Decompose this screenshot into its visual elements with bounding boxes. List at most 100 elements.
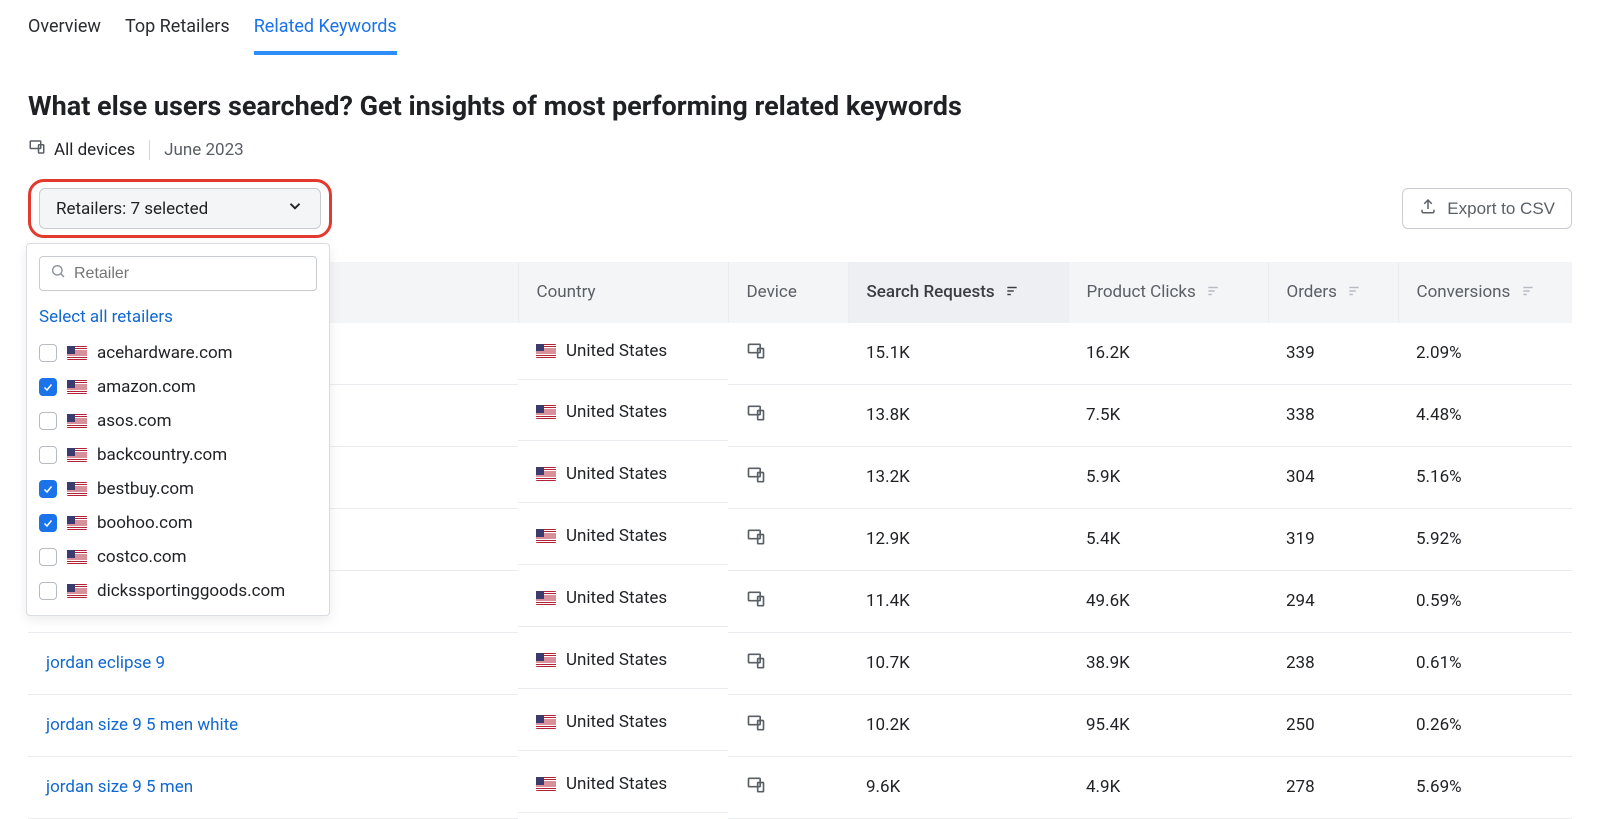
cell-orders: 319 xyxy=(1268,508,1398,570)
us-flag-icon xyxy=(536,653,556,667)
us-flag-icon xyxy=(67,380,87,394)
retailer-item[interactable]: asos.com xyxy=(37,405,315,437)
col-conversions[interactable]: Conversions xyxy=(1398,262,1572,323)
cell-product-clicks: 7.5K xyxy=(1068,384,1268,446)
devices-icon xyxy=(746,656,766,676)
checkbox[interactable] xyxy=(39,582,57,600)
checkbox[interactable] xyxy=(39,514,57,532)
retailer-item[interactable]: amazon.com xyxy=(37,371,315,403)
country-label: United States xyxy=(566,650,667,670)
cell-search-requests: 13.8K xyxy=(848,384,1068,446)
cell-product-clicks: 4.9K xyxy=(1068,756,1268,818)
cell-conversions: 0.61% xyxy=(1398,632,1572,694)
col-orders-label: Orders xyxy=(1287,282,1337,302)
tab-related-keywords[interactable]: Related Keywords xyxy=(254,10,397,55)
col-country[interactable]: Country xyxy=(518,262,728,323)
cell-product-clicks: 95.4K xyxy=(1068,694,1268,756)
devices-filter[interactable]: All devices xyxy=(28,138,135,161)
sort-desc-icon xyxy=(1005,283,1019,303)
us-flag-icon xyxy=(67,550,87,564)
us-flag-icon xyxy=(67,448,87,462)
country-label: United States xyxy=(566,774,667,794)
checkbox[interactable] xyxy=(39,344,57,362)
cell-product-clicks: 16.2K xyxy=(1068,323,1268,385)
checkbox[interactable] xyxy=(39,378,57,396)
retailer-list: acehardware.comamazon.com asos.com backcou… xyxy=(37,337,321,607)
us-flag-icon xyxy=(536,405,556,419)
retailer-item[interactable]: boohoo.com xyxy=(37,507,315,539)
cell-keyword: jordan size 9 5 men white xyxy=(28,694,518,756)
col-device[interactable]: Device xyxy=(728,262,848,323)
us-flag-icon xyxy=(536,529,556,543)
retailer-item-label: boohoo.com xyxy=(97,513,193,533)
col-product-clicks-label: Product Clicks xyxy=(1087,282,1196,302)
cell-country: United States xyxy=(518,508,728,565)
us-flag-icon xyxy=(536,777,556,791)
select-all-retailers[interactable]: Select all retailers xyxy=(37,303,321,337)
retailer-item-label: costco.com xyxy=(97,547,187,567)
col-orders[interactable]: Orders xyxy=(1268,262,1398,323)
cell-search-requests: 15.1K xyxy=(848,323,1068,385)
retailer-search-input[interactable] xyxy=(74,265,306,283)
keyword-link[interactable]: jordan size 9 5 men white xyxy=(46,715,238,735)
cell-keyword: jordan size 9 5 men xyxy=(28,756,518,818)
us-flag-icon xyxy=(67,346,87,360)
cell-orders: 304 xyxy=(1268,446,1398,508)
checkbox[interactable] xyxy=(39,480,57,498)
table-row: jordan size 9 5 men whiteUnited States10… xyxy=(28,694,1572,756)
retailers-dropdown: Select all retailers acehardware.comamaz… xyxy=(26,243,330,616)
retailers-select-label: Retailers: 7 selected xyxy=(56,199,208,219)
tab-top-retailers[interactable]: Top Retailers xyxy=(125,10,230,55)
us-flag-icon xyxy=(536,715,556,729)
cell-device xyxy=(728,632,848,694)
export-csv-button[interactable]: Export to CSV xyxy=(1402,188,1572,229)
cell-search-requests: 10.7K xyxy=(848,632,1068,694)
tabs-bar: Overview Top Retailers Related Keywords xyxy=(28,10,1572,56)
cell-keyword: jordan eclipse 9 xyxy=(28,632,518,694)
checkbox[interactable] xyxy=(39,412,57,430)
cell-search-requests: 13.2K xyxy=(848,446,1068,508)
retailer-item-label: backcountry.com xyxy=(97,445,227,465)
cell-country: United States xyxy=(518,570,728,627)
cell-orders: 238 xyxy=(1268,632,1398,694)
us-flag-icon xyxy=(67,414,87,428)
cell-device xyxy=(728,756,848,818)
cell-search-requests: 9.6K xyxy=(848,756,1068,818)
keyword-link[interactable]: jordan eclipse 9 xyxy=(46,653,165,673)
retailer-item[interactable]: dickssportinggoods.com xyxy=(37,575,315,607)
col-search-requests[interactable]: Search Requests xyxy=(848,262,1068,323)
col-product-clicks[interactable]: Product Clicks xyxy=(1068,262,1268,323)
tab-overview[interactable]: Overview xyxy=(28,10,101,55)
cell-conversions: 5.16% xyxy=(1398,446,1572,508)
cell-conversions: 2.09% xyxy=(1398,323,1572,385)
retailer-item[interactable]: costco.com xyxy=(37,541,315,573)
retailer-search[interactable] xyxy=(39,256,317,291)
country-label: United States xyxy=(566,402,667,422)
cell-country: United States xyxy=(518,756,728,813)
retailer-item[interactable]: acehardware.com xyxy=(37,337,315,369)
cell-country: United States xyxy=(518,446,728,503)
devices-label: All devices xyxy=(54,140,135,160)
checkbox[interactable] xyxy=(39,446,57,464)
retailers-select[interactable]: Retailers: 7 selected xyxy=(39,188,321,229)
retailer-item[interactable]: backcountry.com xyxy=(37,439,315,471)
date-label: June 2023 xyxy=(164,140,244,160)
country-label: United States xyxy=(566,341,667,361)
table-row: jordan size 9 5 men United States 9.6K4.9K… xyxy=(28,756,1572,818)
us-flag-icon xyxy=(67,516,87,530)
checkbox[interactable] xyxy=(39,548,57,566)
keyword-link[interactable]: jordan size 9 5 men xyxy=(46,777,193,797)
sort-icon xyxy=(1347,283,1361,303)
devices-icon xyxy=(746,532,766,552)
cell-device xyxy=(728,508,848,570)
cell-country: United States xyxy=(518,384,728,441)
retailer-item-label: asos.com xyxy=(97,411,171,431)
devices-icon xyxy=(746,780,766,800)
cell-orders: 294 xyxy=(1268,570,1398,632)
cell-conversions: 5.92% xyxy=(1398,508,1572,570)
retailer-item[interactable]: bestbuy.com xyxy=(37,473,315,505)
country-label: United States xyxy=(566,588,667,608)
cell-search-requests: 11.4K xyxy=(848,570,1068,632)
search-icon xyxy=(50,263,66,284)
country-label: United States xyxy=(566,712,667,732)
